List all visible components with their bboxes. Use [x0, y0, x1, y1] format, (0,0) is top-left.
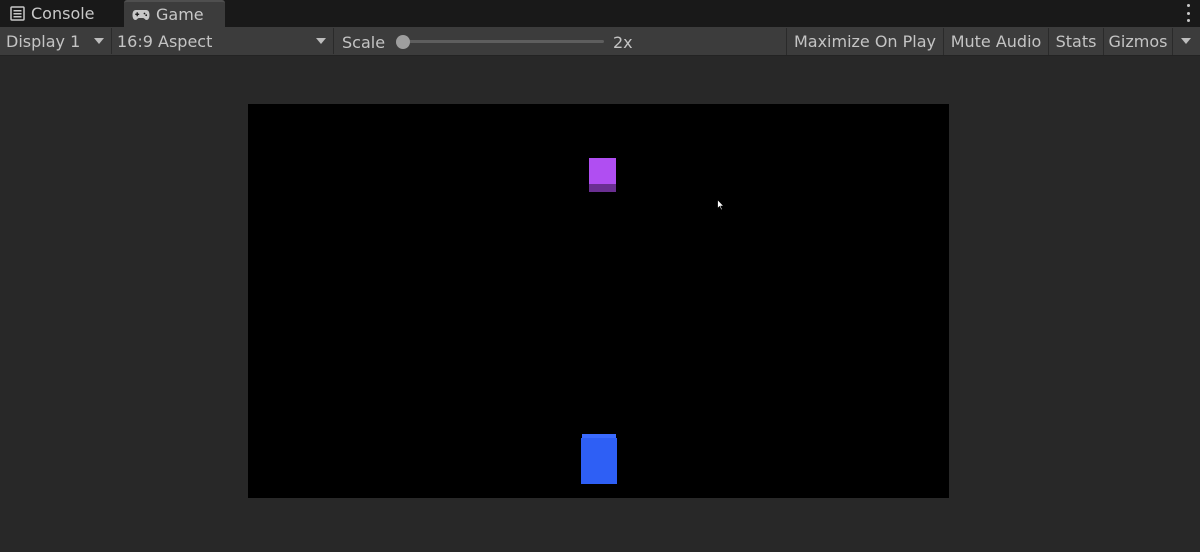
tab-game-label: Game	[156, 5, 204, 24]
blue-cube-face	[581, 438, 617, 484]
aspect-dropdown-value: 16:9 Aspect	[117, 31, 213, 51]
gizmos-button[interactable]: Gizmos	[1103, 28, 1172, 55]
maximize-on-play-label: Maximize On Play	[793, 32, 937, 51]
aspect-dropdown[interactable]: 16:9 Aspect	[117, 27, 212, 55]
gamepad-icon	[132, 9, 150, 21]
mouse-pointer-icon	[717, 196, 725, 215]
console-icon	[10, 6, 25, 21]
display-dropdown-value: Display 1	[6, 31, 81, 51]
game-window: Console Game Display 1 16:9 Aspect Scale…	[0, 0, 1200, 552]
stats-label: Stats	[1055, 32, 1097, 51]
display-dropdown[interactable]: Display 1	[6, 27, 80, 55]
tab-game[interactable]: Game	[124, 0, 225, 27]
toolbar-divider	[111, 28, 112, 54]
purple-cube-face	[589, 158, 616, 184]
purple-cube	[589, 158, 616, 192]
chevron-down-icon[interactable]	[316, 38, 326, 44]
scale-slider-track[interactable]	[404, 40, 604, 43]
game-viewport[interactable]	[248, 104, 949, 498]
gizmos-dropdown-button[interactable]	[1172, 28, 1200, 55]
scale-label: Scale	[342, 28, 385, 56]
chevron-down-icon[interactable]	[94, 38, 104, 44]
toolbar-divider	[333, 28, 334, 54]
stats-button[interactable]: Stats	[1048, 28, 1103, 55]
tab-console-label: Console	[31, 4, 95, 23]
scale-value-text: 2x	[613, 32, 633, 52]
chevron-down-icon	[1181, 38, 1191, 44]
scale-value: 2x	[613, 28, 633, 56]
purple-cube-side	[589, 184, 616, 192]
scale-slider-thumb[interactable]	[396, 35, 410, 49]
mute-audio-label: Mute Audio	[950, 32, 1042, 51]
gizmos-label: Gizmos	[1108, 32, 1168, 51]
tab-console[interactable]: Console	[0, 0, 120, 27]
tab-strip: Console Game	[0, 0, 1200, 27]
scale-label-text: Scale	[342, 32, 386, 52]
blue-cube	[581, 434, 617, 484]
more-options-icon[interactable]	[1184, 4, 1192, 22]
mute-audio-button[interactable]: Mute Audio	[943, 28, 1048, 55]
maximize-on-play-button[interactable]: Maximize On Play	[786, 28, 943, 55]
